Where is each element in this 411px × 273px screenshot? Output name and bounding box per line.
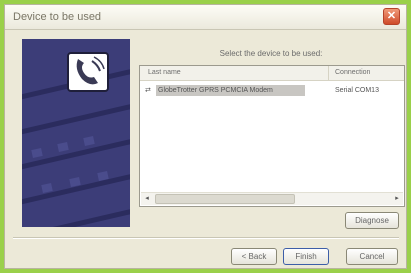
instruction-text: Select the device to be used: bbox=[219, 49, 323, 58]
window-title: Device to be used bbox=[13, 11, 102, 23]
finish-button[interactable]: Finish bbox=[283, 248, 329, 265]
cancel-button[interactable]: Cancel bbox=[346, 248, 398, 265]
device-name: GlobeTrotter GPRS PCMCIA Modem bbox=[156, 85, 305, 96]
scroll-right-icon[interactable]: ▸ bbox=[391, 193, 403, 205]
wizard-sidebar-graphic bbox=[22, 39, 130, 227]
sidebar-pattern bbox=[22, 39, 130, 227]
device-list[interactable]: Last name Connection ⇄ GlobeTrotter GPRS… bbox=[139, 65, 405, 207]
scroll-left-icon[interactable]: ◂ bbox=[141, 193, 153, 205]
scrollbar-thumb[interactable] bbox=[155, 194, 295, 204]
horizontal-scrollbar[interactable]: ◂ ▸ bbox=[141, 192, 403, 205]
back-button[interactable]: < Back bbox=[231, 248, 277, 265]
phone-icon bbox=[67, 52, 109, 92]
close-icon: ✕ bbox=[386, 10, 397, 22]
title-bar: Device to be used ✕ bbox=[5, 5, 406, 30]
diagnose-button[interactable]: Diagnose bbox=[345, 212, 399, 229]
footer-divider bbox=[13, 237, 399, 239]
column-header-connection[interactable]: Connection bbox=[328, 66, 370, 80]
modem-icon: ⇄ bbox=[145, 87, 151, 94]
list-item[interactable]: ⇄ GlobeTrotter GPRS PCMCIA Modem Serial … bbox=[144, 85, 400, 96]
column-header-name[interactable]: Last name bbox=[148, 69, 181, 76]
list-header: Last name Connection bbox=[140, 66, 404, 81]
device-connection: Serial COM13 bbox=[335, 87, 379, 94]
device-dialog: Device to be used ✕ Select the device to… bbox=[4, 4, 407, 269]
close-button[interactable]: ✕ bbox=[383, 8, 400, 25]
